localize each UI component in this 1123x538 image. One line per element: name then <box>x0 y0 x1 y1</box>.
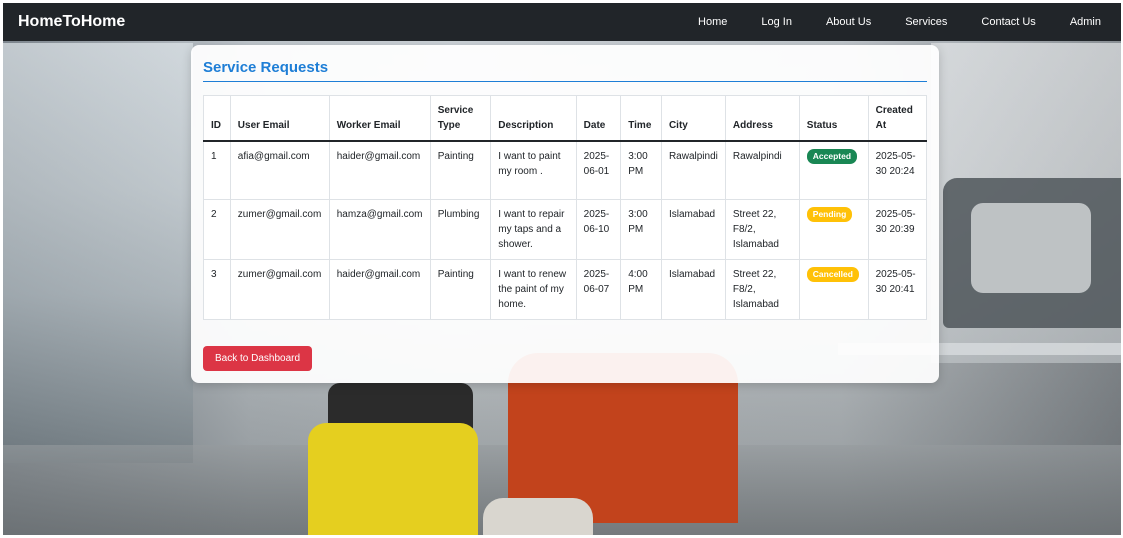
cell-user-email: zumer@gmail.com <box>229 259 330 320</box>
cell-service-type: Painting <box>429 140 492 200</box>
cell-worker-email: haider@gmail.com <box>328 259 431 320</box>
background-shoe <box>483 498 593 535</box>
cell-status: Cancelled <box>798 259 869 320</box>
back-to-dashboard-button[interactable]: Back to Dashboard <box>203 346 313 371</box>
nav-links: Home Log In About Us Services Contact Us… <box>681 16 1101 28</box>
cell-date: 2025-06-01 <box>575 140 622 200</box>
cell-city: Islamabad <box>660 259 726 320</box>
cell-city: Islamabad <box>660 199 726 260</box>
background-vacuum <box>308 423 478 535</box>
header-date: Date <box>575 95 622 142</box>
table-header-row: ID User Email Worker Email Service Type … <box>203 95 928 142</box>
background-pillow <box>971 203 1091 293</box>
table-row: 1 afia@gmail.com haider@gmail.com Painti… <box>203 140 928 200</box>
cell-created-at: 2025-05-30 20:24 <box>867 140 928 200</box>
nav-link-contact[interactable]: Contact Us <box>964 16 1052 28</box>
table-row: 3 zumer@gmail.com haider@gmail.com Paint… <box>203 259 928 320</box>
page-title: Service Requests <box>203 59 927 82</box>
header-description: Description <box>490 95 577 142</box>
table-row: 2 zumer@gmail.com hamza@gmail.com Plumbi… <box>203 199 928 260</box>
nav-link-login[interactable]: Log In <box>744 16 809 28</box>
cell-worker-email: hamza@gmail.com <box>328 199 431 260</box>
status-badge: Accepted <box>806 149 858 164</box>
cell-description: I want to renew the paint of my home. <box>490 259 577 320</box>
cell-user-email: afia@gmail.com <box>229 140 330 200</box>
cell-service-type: Painting <box>429 259 492 320</box>
cell-id: 2 <box>203 199 231 260</box>
cell-time: 3:00 PM <box>620 140 662 200</box>
cell-status: Accepted <box>798 140 869 200</box>
header-address: Address <box>724 95 800 142</box>
header-city: City <box>660 95 726 142</box>
cell-service-type: Plumbing <box>429 199 492 260</box>
header-worker-email: Worker Email <box>328 95 431 142</box>
nav-link-about[interactable]: About Us <box>809 16 888 28</box>
header-status: Status <box>798 95 869 142</box>
cell-address: Street 22, F8/2, Islamabad <box>724 199 800 260</box>
app-frame: HomeToHome Home Log In About Us Services… <box>3 3 1121 535</box>
cell-created-at: 2025-05-30 20:39 <box>867 199 928 260</box>
header-time: Time <box>620 95 662 142</box>
cell-id: 3 <box>203 259 231 320</box>
cell-created-at: 2025-05-30 20:41 <box>867 259 928 320</box>
background-window <box>3 43 193 463</box>
cell-time: 4:00 PM <box>620 259 662 320</box>
header-id: ID <box>203 95 231 142</box>
cell-city: Rawalpindi <box>660 140 726 200</box>
header-user-email: User Email <box>229 95 330 142</box>
cell-date: 2025-06-10 <box>575 199 622 260</box>
header-service-type: Service Type <box>429 95 492 142</box>
brand-logo[interactable]: HomeToHome <box>18 13 125 31</box>
service-requests-card: Service Requests ID User Email Worker Em… <box>191 45 939 383</box>
status-badge: Cancelled <box>806 267 859 282</box>
header-created-at: Created At <box>867 95 928 142</box>
navbar: HomeToHome Home Log In About Us Services… <box>3 3 1121 41</box>
status-badge: Pending <box>806 207 853 222</box>
cell-time: 3:00 PM <box>620 199 662 260</box>
nav-link-admin[interactable]: Admin <box>1053 16 1101 28</box>
cell-description: I want to repair my taps and a shower. <box>490 199 577 260</box>
nav-link-services[interactable]: Services <box>888 16 964 28</box>
cell-address: Rawalpindi <box>724 140 800 200</box>
cell-date: 2025-06-07 <box>575 259 622 320</box>
cell-user-email: zumer@gmail.com <box>229 199 330 260</box>
service-requests-table: ID User Email Worker Email Service Type … <box>203 95 928 320</box>
cell-id: 1 <box>203 140 231 200</box>
cell-status: Pending <box>798 199 869 260</box>
cell-address: Street 22, F8/2, Islamabad <box>724 259 800 320</box>
cell-worker-email: haider@gmail.com <box>328 140 431 200</box>
nav-link-home[interactable]: Home <box>681 16 744 28</box>
cell-description: I want to paint my room . <box>490 140 577 200</box>
